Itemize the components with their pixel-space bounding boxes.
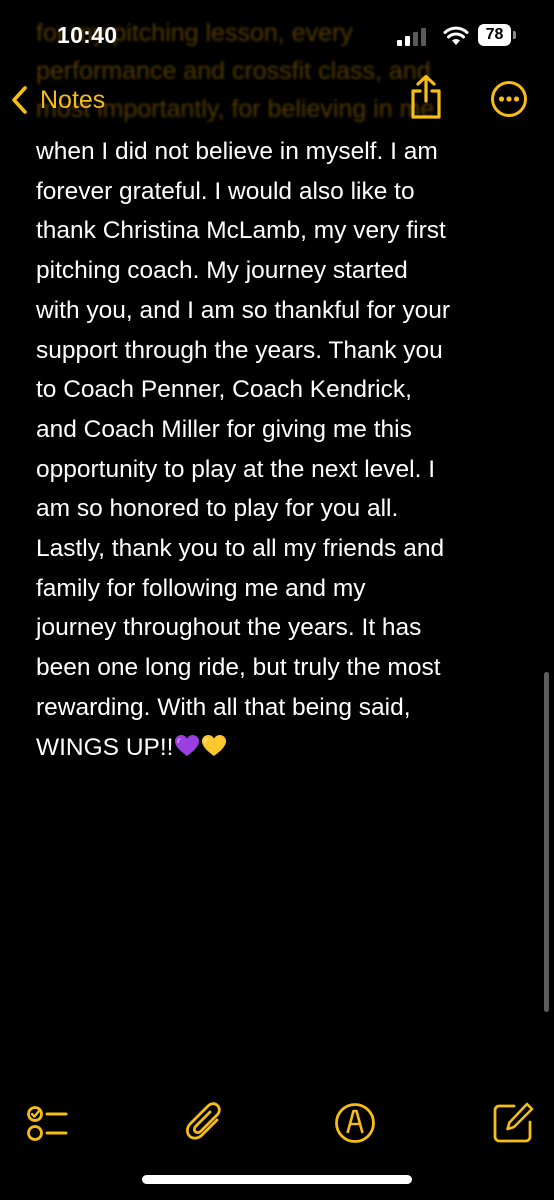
signal-icon: [397, 28, 426, 46]
share-icon[interactable]: [406, 74, 446, 120]
status-time: 10:40: [57, 22, 118, 48]
note-last-text: WINGS UP!!: [36, 733, 174, 761]
back-label: Notes: [40, 85, 106, 114]
note-line-last: WINGS UP!!: [36, 728, 526, 768]
wifi-icon: [443, 26, 469, 45]
note-line: Lastly, thank you to all my friends and: [36, 535, 445, 563]
status-bar: 10:40 78: [0, 0, 554, 70]
nav-bar: Notes: [0, 70, 554, 130]
note-line: support through the years. Thank you: [36, 336, 443, 364]
note-line: and Coach Miller for giving me this: [36, 415, 412, 443]
chevron-left-icon: [12, 86, 27, 114]
note-line: rewarding. With all that being said,: [36, 693, 411, 721]
compose-icon[interactable]: [490, 1100, 536, 1146]
paperclip-icon[interactable]: [183, 1100, 229, 1146]
note-line: journey throughout the years. It has: [36, 614, 422, 642]
note-line: opportunity to play at the next level. I: [36, 455, 436, 483]
battery-level: 78: [478, 24, 511, 46]
yellow-heart-icon: [202, 734, 227, 756]
bottom-toolbar: [0, 1096, 554, 1152]
checklist-icon[interactable]: [23, 1100, 69, 1146]
note-line: when I did not believe in myself. I am: [36, 138, 438, 165]
note-line: thank Christina McLamb, my very first: [36, 217, 446, 245]
note-line: to Coach Penner, Coach Kendrick,: [36, 376, 412, 404]
note-line: forever grateful. I would also like to: [36, 177, 415, 205]
note-body[interactable]: when I did not believe in myself. I am f…: [36, 132, 526, 767]
note-line: been one long ride, but truly the most: [36, 654, 441, 682]
scrollbar[interactable]: [544, 672, 549, 1012]
home-indicator[interactable]: [142, 1175, 412, 1184]
purple-heart-icon: [175, 734, 200, 756]
battery-cap: [513, 31, 516, 39]
battery-icon: 78: [478, 24, 518, 46]
note-line: pitching coach. My journey started: [36, 257, 408, 285]
note-line: with you, and I am so thankful for your: [36, 296, 450, 324]
note-line: am so honored to play for you all.: [36, 495, 399, 523]
markup-pen-icon[interactable]: [332, 1100, 378, 1146]
back-button[interactable]: Notes: [10, 78, 105, 122]
note-line: family for following me and my: [36, 574, 366, 602]
more-icon[interactable]: [490, 80, 528, 118]
